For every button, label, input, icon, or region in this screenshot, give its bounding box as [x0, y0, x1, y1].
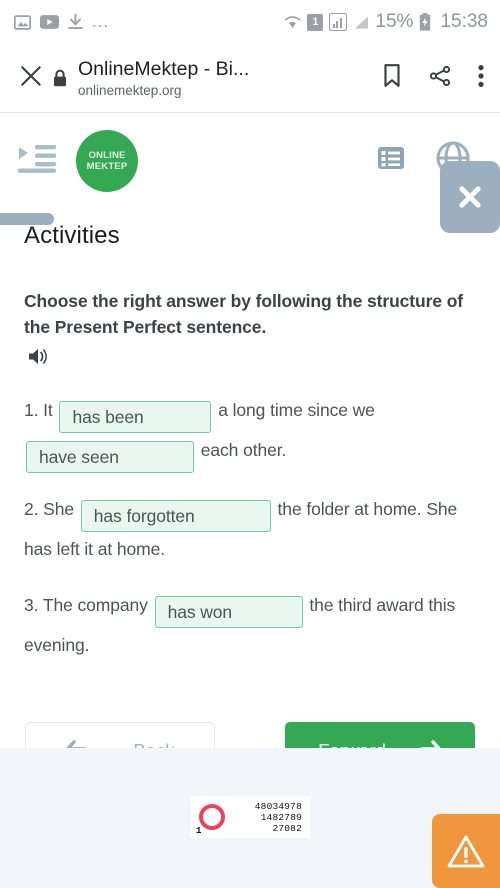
question-2-text-0: She	[43, 499, 75, 519]
question-1-number: 1.	[24, 400, 39, 420]
question-2-number: 2.	[24, 499, 39, 519]
browser-toolbar: OnlineMektep - Bi... onlinemektep.org	[0, 44, 500, 113]
page-title-text: OnlineMektep - Bi...	[78, 57, 250, 80]
page-url-text: onlinemektep.org	[78, 82, 182, 98]
list-view-icon[interactable]	[378, 145, 404, 176]
question-1-text-1: a long time since we	[218, 400, 375, 420]
question-3-blank-0[interactable]: has won	[154, 596, 303, 628]
ad-banner[interactable]: 1 48034978 1482789 27082	[190, 796, 310, 838]
phone-screen: ... 1 15% 15:38 OnlineMektep - Bi... onl…	[0, 0, 500, 888]
question-1-blank-1[interactable]: have seen	[26, 441, 194, 473]
status-system-icons: 1 15% 15:38	[284, 11, 488, 33]
site-header: ONLINE MEKTEP	[0, 113, 500, 233]
wifi-icon	[284, 15, 301, 30]
speaker-icon[interactable]	[28, 347, 476, 371]
sim-icon: 1	[307, 13, 324, 31]
battery-percent-label: 15%	[375, 11, 414, 32]
ad-ring-icon	[199, 804, 225, 830]
browser-actions	[382, 63, 484, 94]
question-2-blank-0[interactable]: has forgotten	[80, 500, 271, 532]
question-prompt: Choose the right answer by following the…	[24, 291, 464, 337]
question-3-text-0: The company	[42, 595, 148, 615]
question-1-text-2: each other.	[200, 440, 287, 460]
question-1: 1. It has been a long time since we have…	[24, 393, 476, 473]
page-identity[interactable]: OnlineMektep - Bi... onlinemektep.org	[78, 57, 372, 100]
signal-bars-icon	[353, 15, 369, 30]
close-tab-button[interactable]	[18, 63, 48, 94]
question-1-blank-0[interactable]: has been	[59, 401, 212, 433]
image-icon	[14, 14, 31, 30]
logo-line-1: ONLINE	[88, 149, 126, 161]
bookmark-icon[interactable]	[382, 63, 402, 94]
lesson-content: Activities Choose the right answer by fo…	[0, 208, 500, 780]
ad-number-1: 48034978	[254, 800, 302, 812]
ad-number-2: 1482789	[260, 811, 302, 823]
question-3-number: 3.	[24, 595, 39, 615]
signal-icon	[329, 13, 348, 31]
question-3: 3. The company has won the third award t…	[24, 588, 476, 662]
video-icon	[40, 15, 59, 29]
question-2: 2. She has forgotten the folder at home.…	[24, 492, 476, 566]
ad-number-3: 27082	[272, 822, 302, 834]
download-icon	[68, 14, 83, 30]
ad-numbers: 48034978 1482789 27082	[225, 801, 305, 834]
question-1-text-0: It	[43, 400, 53, 420]
android-status-bar: ... 1 15% 15:38	[0, 0, 500, 44]
logo-line-2: MEKTEP	[86, 160, 128, 172]
status-notification-icons: ...	[14, 12, 110, 31]
warning-button[interactable]	[432, 814, 500, 888]
indent-list-icon[interactable]	[18, 142, 56, 179]
battery-icon	[419, 13, 431, 31]
status-clock: 15:38	[440, 11, 488, 32]
status-overflow-dots: ...	[92, 12, 110, 31]
onlinemektep-logo[interactable]: ONLINE MEKTEP	[76, 129, 138, 192]
footer-ad-area: 1 48034978 1482789 27082	[0, 748, 500, 888]
page-heading: Activities	[24, 222, 120, 249]
ad-counter-index: 1	[196, 826, 202, 836]
more-vertical-icon[interactable]	[478, 64, 484, 93]
share-icon[interactable]	[428, 64, 452, 93]
lock-icon	[48, 68, 72, 88]
